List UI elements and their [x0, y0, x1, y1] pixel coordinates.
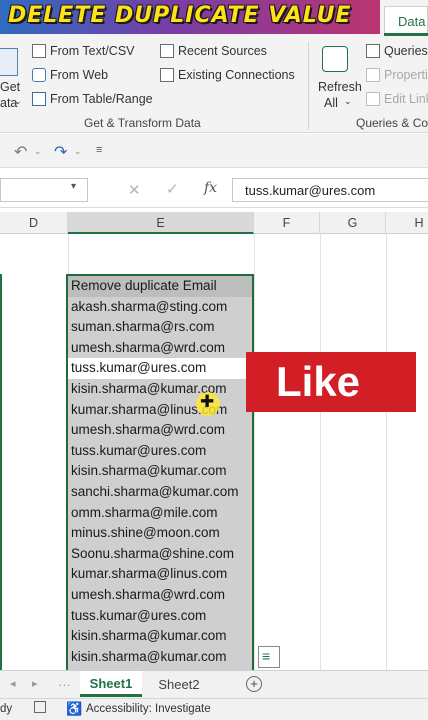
- ribbon: DELETE DUPLICATE VALUE Data Get ata ⌄ Fr…: [0, 0, 428, 133]
- chevron-down-icon: ▾: [71, 181, 77, 192]
- existing-connections-icon: [160, 68, 174, 82]
- table-row[interactable]: omm.sharma@mile.com: [68, 503, 252, 524]
- chevron-down-icon[interactable]: ⌄: [74, 146, 82, 157]
- tab-sheet2[interactable]: Sheet2: [148, 671, 210, 697]
- queries-icon: [366, 44, 380, 58]
- enter-icon[interactable]: ✓: [166, 180, 179, 198]
- get-data-label: Get: [0, 80, 21, 94]
- column-header-f[interactable]: F: [254, 212, 320, 234]
- table-row[interactable]: umesh.sharma@wrd.com: [68, 420, 252, 441]
- cross-cursor-icon: ✚: [200, 392, 215, 411]
- refresh-label-2: All: [324, 96, 338, 110]
- redo-icon[interactable]: ↷: [54, 142, 67, 162]
- formula-bar: ▾ ✕ ✓ fx tuss.kumar@ures.com: [0, 172, 428, 208]
- edit-links-icon: [366, 92, 380, 106]
- edit-links-label: Edit Link: [384, 92, 428, 106]
- gridline: [320, 234, 321, 670]
- mouse-cursor-highlight: ✚: [196, 392, 220, 416]
- title-banner: DELETE DUPLICATE VALUE: [0, 0, 380, 34]
- recent-sources-label: Recent Sources: [178, 44, 267, 58]
- scroll-right-icon[interactable]: ▸: [32, 677, 38, 690]
- group-divider: [308, 42, 309, 130]
- table-header-cell[interactable]: Remove duplicate Email: [68, 276, 252, 297]
- scroll-left-icon[interactable]: ◂: [10, 677, 16, 690]
- table-row[interactable]: kisin.sharma@kumar.com: [68, 647, 252, 668]
- column-header-h[interactable]: H: [386, 212, 428, 234]
- tab-active-indicator: [384, 33, 428, 36]
- row-selection-edge: [0, 274, 2, 670]
- worksheet-grid[interactable]: Remove duplicate Email akash.sharma@stin…: [0, 234, 428, 670]
- gridline: [254, 234, 255, 670]
- queries-label: Queries: [384, 44, 428, 58]
- gridline: [386, 234, 387, 670]
- table-row[interactable]: suman.sharma@rs.com: [68, 317, 252, 338]
- table-row[interactable]: kumar.sharma@linus.com: [68, 564, 252, 585]
- table-row[interactable]: umesh.sharma@wrd.com: [68, 585, 252, 606]
- active-cell[interactable]: tuss.kumar@ures.com: [68, 358, 252, 379]
- chevron-down-icon: ⌄: [344, 96, 352, 106]
- column-header-d[interactable]: D: [0, 212, 68, 234]
- cancel-icon[interactable]: ✕: [128, 181, 141, 199]
- column-header-e[interactable]: E: [68, 212, 254, 234]
- accessibility-status[interactable]: Accessibility: Investigate: [86, 703, 211, 715]
- table-row[interactable]: Soonu.sharma@shine.com: [68, 544, 252, 565]
- web-icon: [32, 68, 46, 82]
- text-file-icon: [32, 44, 46, 58]
- chevron-down-icon: ⌄: [14, 96, 22, 106]
- banner-title: DELETE DUPLICATE VALUE: [8, 3, 352, 28]
- from-table-range-label: From Table/Range: [50, 92, 153, 106]
- customize-qat-icon[interactable]: ≡: [96, 144, 102, 156]
- group-label-get-transform: Get & Transform Data: [84, 116, 201, 130]
- database-icon: [0, 48, 18, 76]
- properties-label: Properti: [384, 68, 428, 82]
- insert-function-icon[interactable]: fx: [204, 180, 217, 196]
- table-row[interactable]: minus.shine@moon.com: [68, 523, 252, 544]
- formula-input[interactable]: tuss.kumar@ures.com: [232, 178, 428, 202]
- tab-sheet1[interactable]: Sheet1: [80, 671, 142, 697]
- chevron-down-icon[interactable]: ⌄: [34, 146, 42, 157]
- table-row[interactable]: kisin.sharma@kumar.com: [68, 461, 252, 482]
- column-headers: D E F G H: [0, 212, 428, 234]
- like-text: Like: [276, 358, 361, 405]
- ellipsis-icon[interactable]: …: [58, 674, 71, 689]
- existing-connections-label: Existing Connections: [178, 68, 295, 82]
- table-icon: [32, 92, 46, 106]
- from-web-label: From Web: [50, 68, 109, 82]
- macro-record-icon[interactable]: [34, 701, 46, 713]
- table-row[interactable]: kisin.sharma@kumar.com: [68, 626, 252, 647]
- column-header-g[interactable]: G: [320, 212, 386, 234]
- table-row[interactable]: sanchi.sharma@kumar.com: [68, 482, 252, 503]
- properties-icon: [366, 68, 380, 82]
- name-box[interactable]: ▾: [0, 178, 88, 202]
- table-row[interactable]: kisin.sharma@kumar.com: [68, 379, 252, 400]
- table-row[interactable]: tuss.kumar@ures.com: [68, 441, 252, 462]
- table-row[interactable]: umesh.sharma@wrd.com: [68, 338, 252, 359]
- status-bar: dy ♿ Accessibility: Investigate: [0, 698, 428, 720]
- quick-analysis-glyph: ≡: [262, 648, 271, 664]
- group-label-queries: Queries & Co: [356, 116, 428, 130]
- like-overlay: Like: [246, 352, 416, 412]
- undo-icon[interactable]: ↶: [14, 142, 27, 162]
- status-ready: dy: [0, 703, 13, 715]
- quick-analysis-icon[interactable]: ≡: [258, 646, 280, 668]
- selected-range[interactable]: Remove duplicate Email akash.sharma@stin…: [66, 274, 254, 670]
- quick-access-toolbar: ↶ ⌄ ↷ ⌄ ≡: [0, 134, 428, 168]
- from-text-csv-label: From Text/CSV: [50, 44, 135, 58]
- accessibility-icon: ♿: [66, 701, 83, 716]
- tab-data[interactable]: Data: [384, 6, 428, 36]
- refresh-label: Refresh: [318, 80, 362, 94]
- sheet-tabs-bar: ◂ ▸ … Sheet1 Sheet2 +: [0, 670, 428, 698]
- refresh-icon: [322, 46, 348, 72]
- table-row[interactable]: kumar.sharma@linus.com: [68, 400, 252, 421]
- recent-sources-icon: [160, 44, 174, 58]
- add-sheet-button[interactable]: +: [246, 676, 262, 692]
- table-row[interactable]: tuss.kumar@ures.com: [68, 606, 252, 627]
- table-row[interactable]: akash.sharma@sting.com: [68, 297, 252, 318]
